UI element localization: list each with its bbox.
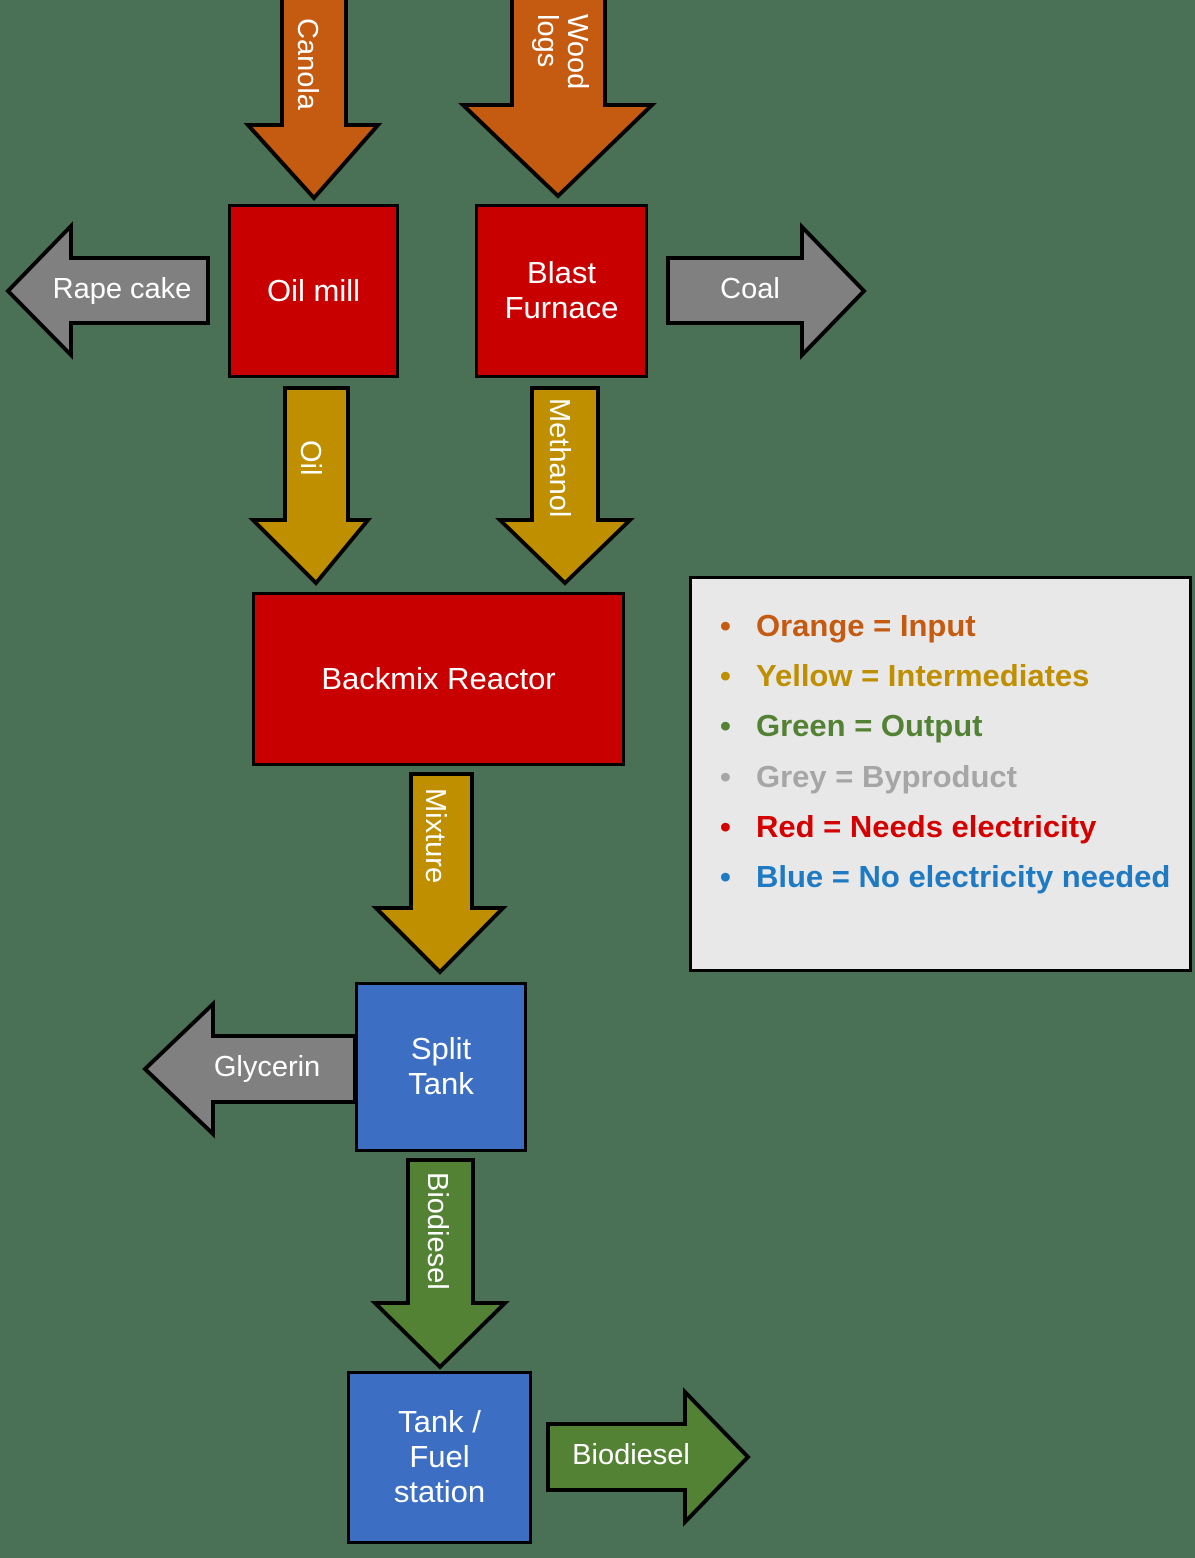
legend-item-yellow: • Yellow = Intermediates [710, 651, 1173, 701]
legend-item-orange: • Orange = Input [710, 601, 1173, 651]
legend-bullet-icon: • [720, 658, 731, 694]
arrow-wood-logs [458, 0, 657, 199]
legend-item-blue-label: Blue = No electricity needed [756, 859, 1171, 895]
legend-bullet-icon: • [720, 808, 731, 844]
arrow-biodiesel-down [370, 1158, 510, 1370]
legend-item-grey: • Grey = Byproduct [710, 752, 1173, 802]
legend-item-yellow-label: Yellow = Intermediates [756, 658, 1090, 694]
arrow-glycerin [142, 999, 357, 1139]
node-blast-furnace[interactable]: Blast Furnace [475, 204, 648, 378]
legend-item-orange-label: Orange = Input [756, 608, 976, 643]
legend-list: • Orange = Input • Yellow = Intermediate… [710, 601, 1173, 902]
legend-item-red: • Red = Needs electricity [710, 802, 1173, 852]
node-backmix-reactor[interactable]: Backmix Reactor [252, 592, 625, 766]
node-split-tank[interactable]: Split Tank [355, 982, 527, 1152]
arrow-biodiesel-right [546, 1387, 751, 1527]
node-backmix-reactor-label: Backmix Reactor [321, 660, 556, 696]
arrow-canola [243, 0, 383, 202]
legend-bullet-icon: • [720, 758, 731, 794]
legend-item-blue: • Blue = No electricity needed [710, 852, 1173, 902]
legend-item-green: • Green = Output [710, 701, 1173, 751]
arrow-methanol [495, 386, 635, 586]
arrow-oil [248, 386, 373, 586]
legend-bullet-icon: • [720, 608, 731, 643]
node-blast-furnace-label: Blast Furnace [504, 255, 619, 325]
node-tank-fuel-station[interactable]: Tank / Fuel station [347, 1371, 532, 1544]
legend-bullet-icon: • [720, 708, 731, 744]
node-oil-mill[interactable]: Oil mill [228, 204, 399, 378]
node-oil-mill-label: Oil mill [267, 272, 360, 308]
node-split-tank-label: Split Tank [408, 1031, 474, 1101]
legend-item-grey-label: Grey = Byproduct [756, 758, 1017, 794]
legend-bullet-icon: • [720, 859, 731, 895]
arrow-mixture [371, 772, 508, 975]
legend-panel: • Orange = Input • Yellow = Intermediate… [689, 576, 1192, 972]
arrow-coal [666, 222, 867, 360]
node-tank-fuel-station-label: Tank / Fuel station [393, 1404, 486, 1509]
arrow-rape-cake [5, 221, 210, 360]
legend-item-green-label: Green = Output [756, 708, 983, 744]
legend-item-red-label: Red = Needs electricity [756, 808, 1097, 844]
